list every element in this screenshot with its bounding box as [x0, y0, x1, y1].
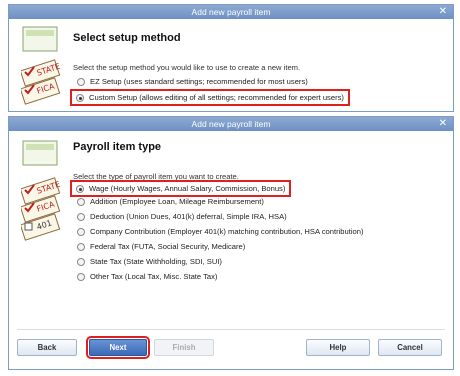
state-tax-radio[interactable]	[77, 257, 85, 266]
addition-option[interactable]: Addition (Employee Loan, Mileage Reimbur…	[77, 197, 264, 206]
company-contribution-radio[interactable]	[77, 227, 85, 236]
finish-button: Finish	[154, 339, 214, 356]
custom-setup-label: Custom Setup (allows editing of all sett…	[89, 93, 344, 102]
payroll-forms-icon: STATE FICA 401	[21, 140, 61, 241]
close-icon[interactable]: ✕	[439, 117, 447, 131]
button-divider	[17, 329, 445, 330]
deduction-label: Deduction (Union Dues, 401(k) deferral, …	[90, 212, 287, 221]
custom-setup-option[interactable]: Custom Setup (allows editing of all sett…	[70, 89, 350, 106]
payroll-item-type-titlebar: Add new payroll item ✕	[9, 117, 453, 131]
other-tax-option[interactable]: Other Tax (Local Tax, Misc. State Tax)	[77, 272, 217, 281]
state-tax-option[interactable]: State Tax (State Withholding, SDI, SUI)	[77, 257, 222, 266]
federal-tax-option[interactable]: Federal Tax (FUTA, Social Security, Medi…	[77, 242, 245, 251]
cancel-button[interactable]: Cancel	[378, 339, 442, 356]
payroll-item-type-title: Add new payroll item	[191, 119, 271, 129]
wage-label: Wage (Hourly Wages, Annual Salary, Commi…	[89, 184, 286, 193]
company-contribution-option[interactable]: Company Contribution (Employer 401(k) ma…	[77, 227, 364, 236]
other-tax-radio[interactable]	[77, 272, 85, 281]
deduction-radio[interactable]	[77, 212, 85, 221]
setup-method-instruction: Select the setup method you would like t…	[73, 63, 301, 72]
federal-tax-radio[interactable]	[77, 242, 85, 251]
ez-setup-label: EZ Setup (uses standard settings; recomm…	[90, 77, 308, 86]
company-contribution-label: Company Contribution (Employer 401(k) ma…	[90, 227, 364, 236]
custom-setup-radio[interactable]	[76, 93, 84, 102]
setup-method-titlebar: Add new payroll item ✕	[9, 5, 453, 19]
payroll-item-type-dialog: Add new payroll item ✕ STATE FICA 401 Pa…	[8, 116, 454, 370]
setup-method-title: Add new payroll item	[191, 7, 271, 17]
state-tax-label: State Tax (State Withholding, SDI, SUI)	[90, 257, 222, 266]
help-button[interactable]: Help	[306, 339, 370, 356]
close-icon[interactable]: ✕	[439, 5, 447, 19]
setup-method-dialog: Add new payroll item ✕ STATE FICA Select…	[8, 4, 454, 112]
wage-radio[interactable]	[76, 184, 84, 193]
other-tax-label: Other Tax (Local Tax, Misc. State Tax)	[90, 272, 218, 281]
addition-label: Addition (Employee Loan, Mileage Reimbur…	[90, 197, 264, 206]
ez-setup-option[interactable]: EZ Setup (uses standard settings; recomm…	[77, 77, 308, 86]
ez-setup-radio[interactable]	[77, 77, 85, 86]
deduction-option[interactable]: Deduction (Union Dues, 401(k) deferral, …	[77, 212, 287, 221]
payroll-item-type-heading: Payroll item type	[73, 141, 162, 153]
payroll-item-type-instruction: Select the type of payroll item you want…	[73, 172, 239, 181]
payroll-forms-icon: STATE FICA	[21, 26, 61, 105]
addition-radio[interactable]	[77, 197, 85, 206]
federal-tax-label: Federal Tax (FUTA, Social Security, Medi…	[90, 242, 246, 251]
back-button[interactable]: Back	[17, 339, 77, 356]
setup-method-heading: Select setup method	[73, 32, 181, 44]
wage-option[interactable]: Wage (Hourly Wages, Annual Salary, Commi…	[69, 180, 292, 197]
next-button[interactable]: Next	[86, 336, 150, 359]
